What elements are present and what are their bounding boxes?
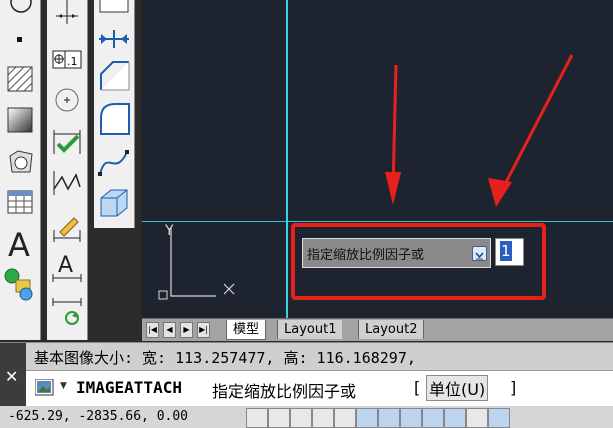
- spline-icon[interactable]: [96, 144, 132, 180]
- close-icon[interactable]: ✕: [5, 367, 18, 386]
- command-bracket-open: [: [414, 378, 421, 397]
- status-bar: -625.29, -2835.66, 0.00: [0, 406, 613, 428]
- dimension-text-icon[interactable]: A: [49, 248, 85, 284]
- ucs-y-label: Y: [165, 223, 174, 239]
- command-bracket-close: ]: [510, 378, 517, 397]
- dimension-update-icon[interactable]: [49, 296, 85, 332]
- linear-dimension-icon[interactable]: [49, 0, 85, 28]
- svg-text:A: A: [8, 226, 30, 262]
- region-icon[interactable]: [4, 146, 36, 178]
- dynamic-input-label: 指定缩放比例因子或: [307, 248, 425, 263]
- dynamic-input-prompt: 指定缩放比例因子或: [302, 238, 491, 268]
- snap-mode-icon[interactable]: [268, 408, 290, 428]
- dynamic-ucs-icon[interactable]: [422, 408, 444, 428]
- command-option-unit[interactable]: 单位(U): [426, 375, 489, 401]
- tolerance-icon[interactable]: .1: [49, 46, 85, 72]
- fillet-icon[interactable]: [96, 100, 132, 136]
- rectangle-tool-icon[interactable]: [96, 0, 132, 16]
- dimension-toolbar: .1 A: [47, 0, 88, 340]
- command-history: 基本图像大小: 宽: 113.257477, 高: 116.168297,: [0, 342, 613, 371]
- layout-tab-bar: |◀ ◀ ▶ ▶| 模型 Layout1 Layout2: [142, 318, 613, 341]
- gradient-icon[interactable]: [4, 104, 36, 136]
- center-mark-icon[interactable]: [49, 86, 85, 114]
- polar-tracking-icon[interactable]: [334, 408, 356, 428]
- circle-tool-icon[interactable]: [4, 0, 36, 18]
- transparency-icon[interactable]: [488, 408, 510, 428]
- box-3d-icon[interactable]: [96, 184, 132, 220]
- image-icon: [34, 378, 55, 397]
- dynamic-input-icon[interactable]: [444, 408, 466, 428]
- lineweight-icon[interactable]: [466, 408, 488, 428]
- dimension-edit-icon[interactable]: [49, 210, 85, 242]
- hatch-icon[interactable]: [4, 64, 36, 94]
- tab-layout2[interactable]: Layout2: [358, 320, 425, 339]
- tab-layout1[interactable]: Layout1: [277, 320, 343, 339]
- point-icon[interactable]: [4, 30, 36, 50]
- dimension-check-icon[interactable]: [49, 126, 85, 158]
- command-name: IMAGEATTACH: [76, 378, 182, 397]
- prev-tab-button[interactable]: ◀: [163, 322, 176, 338]
- infer-constraints-icon[interactable]: [246, 408, 268, 428]
- drawing-canvas[interactable]: 指定缩放比例因子或 1 Y: [142, 0, 613, 318]
- svg-text:A: A: [58, 253, 73, 278]
- modify-toolbar: [94, 0, 135, 228]
- chamfer-icon[interactable]: [96, 60, 132, 92]
- command-prompt-text: 指定缩放比例因子或: [212, 382, 357, 401]
- first-tab-button[interactable]: |◀: [146, 322, 159, 338]
- coordinates-readout[interactable]: -625.29, -2835.66, 0.00: [8, 409, 188, 424]
- dynamic-input-value: 1: [500, 241, 512, 261]
- grid-display-icon[interactable]: [290, 408, 312, 428]
- dynamic-input-field[interactable]: 1: [495, 238, 524, 266]
- ortho-mode-icon[interactable]: [312, 408, 334, 428]
- last-tab-button[interactable]: ▶|: [197, 322, 210, 338]
- jogged-linear-icon[interactable]: [49, 166, 85, 198]
- tab-model[interactable]: 模型: [226, 320, 267, 340]
- add-selected-icon[interactable]: [2, 266, 38, 302]
- next-tab-button[interactable]: ▶: [180, 322, 193, 338]
- stretch-icon[interactable]: [96, 26, 132, 52]
- dropdown-arrow-icon[interactable]: [472, 246, 487, 261]
- table-icon[interactable]: [4, 186, 36, 218]
- object-snap-tracking-icon[interactable]: [400, 408, 422, 428]
- recent-commands-dropdown-icon[interactable]: ▼: [60, 381, 67, 391]
- multiline-text-icon[interactable]: A: [4, 226, 36, 262]
- command-history-text: 基本图像大小: 宽: 113.257477, 高: 116.168297,: [34, 349, 416, 367]
- svg-text:.1: .1: [67, 55, 78, 68]
- ucs-icon: [158, 228, 235, 300]
- 3d-object-snap-icon[interactable]: [378, 408, 400, 428]
- command-line[interactable]: ✕ ▼ IMAGEATTACH 指定缩放比例因子或 [ 单位(U) ]: [0, 343, 613, 408]
- draw-toolbar: A: [0, 0, 41, 340]
- object-snap-icon[interactable]: [356, 408, 378, 428]
